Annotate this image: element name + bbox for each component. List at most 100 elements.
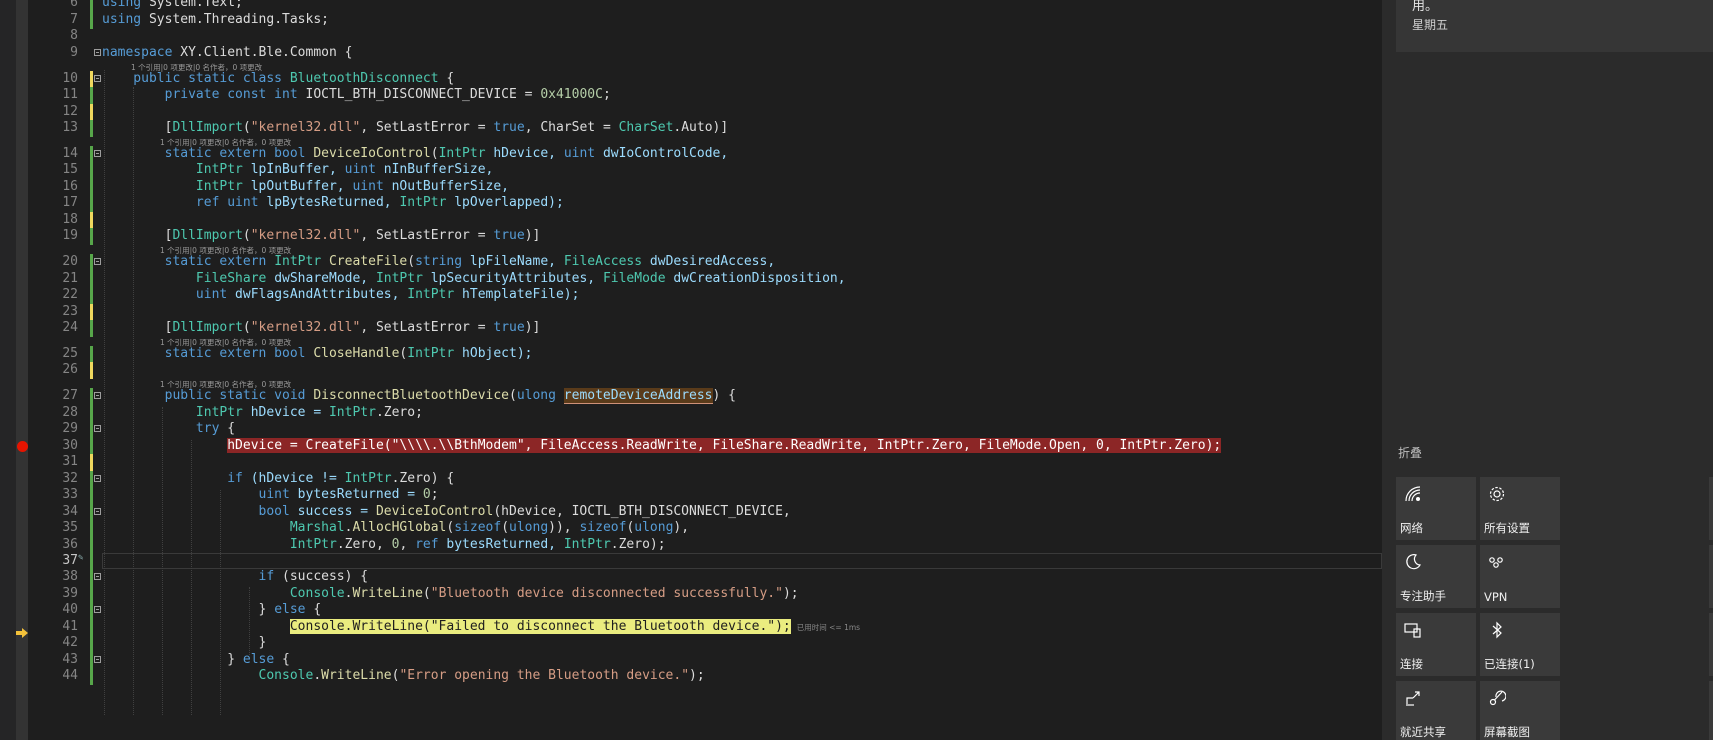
code-line[interactable]: 11 private const int IOCTL_BTH_DISCONNEC… bbox=[0, 87, 1382, 104]
code-text: Console.WriteLine("Error opening the Blu… bbox=[102, 668, 705, 683]
code-line[interactable]: 34 bool success = DeviceIoControl(hDevic… bbox=[0, 503, 1382, 521]
code-token: 0 bbox=[422, 487, 431, 502]
code-line[interactable]: 36 IntPtr.Zero, 0, ref bytesReturned, In… bbox=[0, 536, 1382, 554]
code-line[interactable]: 15 IntPtr lpInBuffer, uint nInBufferSize… bbox=[0, 162, 1382, 179]
code-line[interactable]: 17 ref uint lpBytesReturned, IntPtr lpOv… bbox=[0, 195, 1382, 212]
code-line[interactable]: 29 try { bbox=[0, 421, 1382, 438]
code-line[interactable]: 23 bbox=[0, 303, 1382, 321]
code-line[interactable]: 40 } else { bbox=[0, 602, 1382, 619]
collapse-button[interactable]: 折叠 bbox=[1398, 444, 1422, 461]
code-token: )] bbox=[524, 228, 541, 243]
breakpoint-icon[interactable] bbox=[17, 440, 28, 452]
code-line[interactable]: 35 Marshal.AllocHGlobal(sizeof(ulong)), … bbox=[0, 520, 1382, 537]
code-token: CloseHandle bbox=[313, 345, 400, 361]
fold-toggle-icon[interactable] bbox=[94, 507, 101, 515]
code-line[interactable]: 24 [DllImport("kernel32.dll", SetLastErr… bbox=[0, 320, 1382, 337]
code-token: uint bbox=[563, 145, 596, 161]
quick-action-tile[interactable]: 已连接(1) bbox=[1480, 613, 1560, 676]
code-line[interactable]: 25 static extern bool CloseHandle(IntPtr… bbox=[0, 345, 1382, 363]
code-line[interactable]: 26 bbox=[0, 362, 1382, 379]
code-line[interactable]: 31 bbox=[0, 454, 1382, 471]
code-token: dwIoControlCode, bbox=[595, 145, 729, 161]
code-line[interactable]: 18 bbox=[0, 211, 1382, 229]
code-line[interactable]: 12 bbox=[0, 103, 1382, 121]
fold-toggle-icon[interactable] bbox=[94, 474, 101, 482]
quick-action-tile[interactable]: VPN bbox=[1480, 545, 1560, 608]
code-line[interactable]: 32 if (hDevice != IntPtr.Zero) { bbox=[0, 470, 1382, 488]
perf-tip[interactable]: 已用时间 <= 1ms bbox=[797, 623, 860, 632]
code-line[interactable]: 37 ✎ bbox=[0, 553, 1382, 570]
code-line[interactable]: 41 Console.WriteLine("Failed to disconne… bbox=[0, 618, 1382, 638]
code-line[interactable]: 28 IntPtr hDevice = IntPtr.Zero; bbox=[0, 404, 1382, 422]
saved-change-marker bbox=[90, 178, 93, 196]
code-token: ( bbox=[430, 145, 439, 161]
code-line[interactable]: 7 using System.Threading.Tasks; bbox=[0, 11, 1382, 29]
code-line[interactable]: 16 IntPtr lpOutBuffer, uint nOutBufferSi… bbox=[0, 178, 1382, 196]
line-number: 22 bbox=[62, 287, 78, 302]
code-line[interactable]: 38 if (success) { bbox=[0, 569, 1382, 586]
code-line[interactable]: 9 namespace XY.Client.Ble.Common { bbox=[0, 45, 1382, 61]
code-text: Console.WriteLine("Bluetooth device disc… bbox=[102, 586, 799, 601]
code-line[interactable]: 10 public static class BluetoothDisconne… bbox=[0, 70, 1382, 88]
fold-toggle-icon[interactable] bbox=[94, 392, 101, 399]
code-token: bytesReturned = bbox=[289, 487, 423, 502]
line-number: 26 bbox=[62, 362, 78, 377]
quick-action-tile-partial[interactable] bbox=[1709, 477, 1713, 540]
code-line[interactable]: 30 hDevice = CreateFile("\\\\.\\BthModem… bbox=[0, 437, 1382, 455]
saved-change-marker bbox=[90, 320, 93, 337]
code-editor[interactable]: 6 using System.Text; 7 using System.Threadi… bbox=[0, 0, 1382, 740]
line-number: 36 bbox=[62, 536, 78, 552]
quick-action-tile[interactable]: 就近共享 bbox=[1396, 681, 1476, 740]
code-line[interactable]: 33 uint bytesReturned = 0; bbox=[0, 487, 1382, 504]
notification-card[interactable]: 用。 星期五 bbox=[1396, 0, 1713, 52]
code-token: .Auto)] bbox=[673, 120, 729, 135]
code-line[interactable]: 19 [DllImport("kernel32.dll", SetLastErr… bbox=[0, 228, 1382, 245]
code-token: DllImport bbox=[172, 320, 243, 335]
quick-action-tile[interactable]: 连接 bbox=[1396, 613, 1476, 676]
code-line[interactable]: 43 } else { bbox=[0, 651, 1382, 669]
code-line[interactable]: 13 [DllImport("kernel32.dll", SetLastErr… bbox=[0, 120, 1382, 137]
code-line[interactable]: 27 public static void DisconnectBluetoot… bbox=[0, 388, 1382, 405]
quick-action-tile[interactable]: 所有设置 bbox=[1480, 477, 1560, 540]
execution-pointer-icon[interactable] bbox=[16, 623, 28, 638]
quick-action-tile[interactable]: 网络 bbox=[1396, 477, 1476, 540]
fold-toggle-icon[interactable] bbox=[94, 655, 101, 663]
saved-change-marker bbox=[90, 120, 93, 137]
quick-action-tile-partial[interactable] bbox=[1709, 545, 1713, 608]
code-line[interactable]: 42 } bbox=[0, 635, 1382, 652]
line-number: 17 bbox=[62, 195, 78, 210]
quick-action-tile-partial[interactable] bbox=[1709, 681, 1713, 740]
fold-toggle-icon[interactable] bbox=[94, 573, 101, 580]
fold-toggle-icon[interactable] bbox=[94, 74, 101, 82]
code-line[interactable]: 44 Console.WriteLine("Error opening the … bbox=[0, 668, 1382, 685]
code-token: Marshal bbox=[102, 520, 345, 535]
saved-change-marker bbox=[90, 585, 93, 603]
fold-toggle-icon[interactable] bbox=[94, 258, 101, 265]
saved-change-marker bbox=[90, 162, 93, 179]
quick-action-tile-partial[interactable] bbox=[1709, 613, 1713, 676]
snip-icon bbox=[1488, 689, 1507, 707]
code-line[interactable]: 22 uint dwFlagsAndAttributes, IntPtr hTe… bbox=[0, 287, 1382, 304]
fold-toggle-icon[interactable] bbox=[94, 149, 101, 157]
code-token: CreateFile bbox=[328, 254, 408, 269]
fold-toggle-icon[interactable] bbox=[94, 425, 101, 432]
fold-toggle-icon[interactable] bbox=[94, 606, 101, 613]
code-line[interactable]: 6 using System.Text; bbox=[0, 0, 1382, 12]
saved-change-marker bbox=[90, 0, 93, 12]
quick-action-tile[interactable]: 屏幕截图 bbox=[1480, 681, 1560, 740]
code-token: AllocHGlobal bbox=[352, 520, 447, 535]
code-token: { bbox=[305, 602, 322, 617]
code-line[interactable]: 14 static extern bool DeviceIoControl(In… bbox=[0, 145, 1382, 163]
code-text: hDevice = CreateFile("\\\\.\\BthModem", … bbox=[102, 437, 1222, 453]
code-line[interactable]: 39 Console.WriteLine("Bluetooth device d… bbox=[0, 585, 1382, 603]
saved-change-marker bbox=[90, 536, 93, 554]
code-line[interactable]: 21 FileShare dwShareMode, IntPtr lpSecur… bbox=[0, 270, 1382, 288]
fold-toggle-icon[interactable] bbox=[94, 48, 101, 56]
current-line-highlight bbox=[102, 553, 1382, 569]
code-line[interactable]: 20 static extern IntPtr CreateFile(strin… bbox=[0, 254, 1382, 271]
code-line[interactable]: 8 bbox=[0, 28, 1382, 44]
quick-action-tile[interactable]: 专注助手 bbox=[1396, 545, 1476, 608]
line-number: 42 bbox=[62, 635, 78, 650]
line-number: 41 bbox=[62, 618, 78, 634]
action-center: 用。 星期五 折叠 网络 所有设置 专注助手 VPN 连接 已连接(1) 就近共享 屏幕截图 bbox=[1382, 0, 1713, 740]
